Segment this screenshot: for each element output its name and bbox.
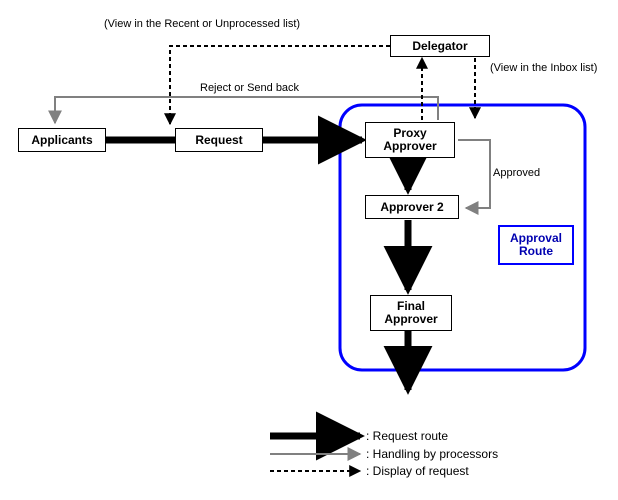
legend-display: : Display of request [366, 464, 469, 478]
label: Proxy Approver [370, 127, 450, 153]
label: Request [195, 133, 242, 147]
node-proxy-approver: Proxy Approver [365, 122, 455, 158]
node-request: Request [175, 128, 263, 152]
label: Approval Route [504, 232, 568, 258]
node-approval-route: Approval Route [498, 225, 574, 265]
legend-request-route: : Request route [366, 429, 448, 443]
edge-label-view-inbox: (View in the Inbox list) [490, 62, 597, 74]
node-delegator: Delegator [390, 35, 490, 57]
edge-label-reject: Reject or Send back [200, 82, 299, 94]
node-final-approver: Final Approver [370, 295, 452, 331]
label: Delegator [412, 39, 467, 53]
node-approver-2: Approver 2 [365, 195, 459, 219]
edge-label-view-recent: (View in the Recent or Unprocessed list) [104, 18, 300, 30]
legend-handling: : Handling by processors [366, 447, 498, 461]
label: Applicants [31, 133, 92, 147]
label: Final Approver [375, 300, 447, 326]
edge-label-approved: Approved [493, 167, 540, 179]
node-applicants: Applicants [18, 128, 106, 152]
label: Approver 2 [380, 200, 443, 214]
